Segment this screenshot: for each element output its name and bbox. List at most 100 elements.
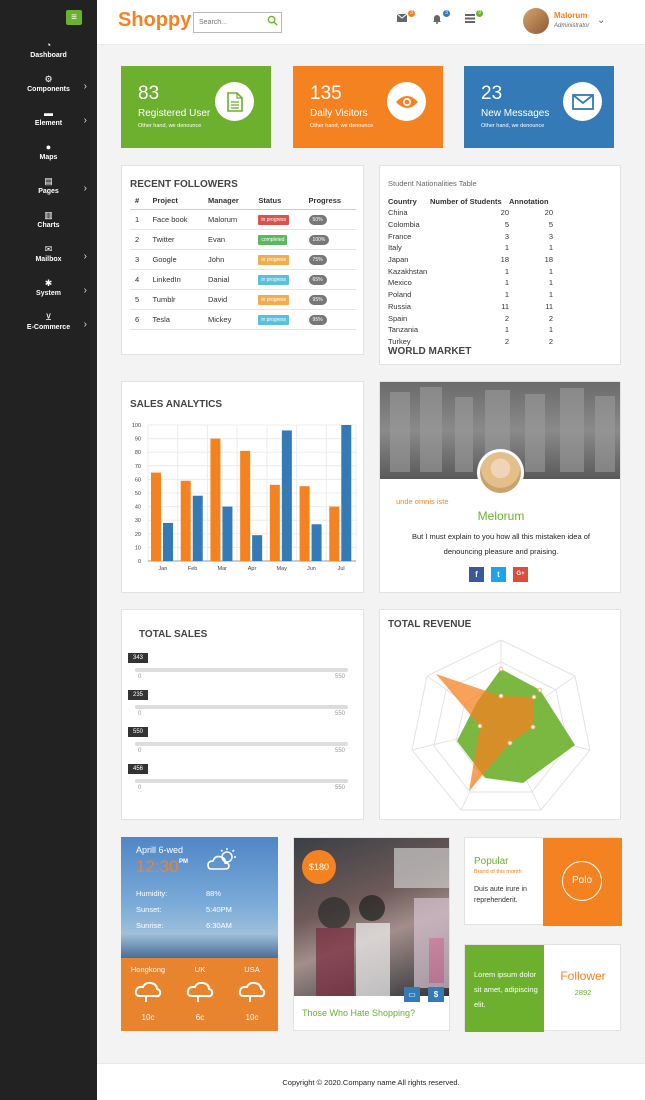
sidebar-item-dashboard[interactable]: ◔ Dashboard [0, 40, 97, 70]
shop-title[interactable]: Those Who Hate Shopping? [302, 1008, 415, 1018]
credit-card-icon[interactable]: ▭ [404, 987, 420, 1002]
facebook-icon[interactable]: f [469, 567, 484, 582]
menu-toggle-button[interactable]: ≡ [66, 10, 82, 25]
profile-avatar[interactable] [477, 449, 524, 496]
y-tick-label: 30 [135, 518, 141, 524]
table-row: Mexico 1 1 [388, 277, 553, 289]
table-cell: 1 [504, 243, 509, 253]
tasks-count-badge: 9 [476, 10, 483, 17]
x-tick-label: Jun [307, 566, 316, 572]
progress-badge: 65% [308, 274, 327, 285]
bell-icon[interactable]: 3 [432, 10, 450, 28]
table-cell: Russia [388, 301, 411, 311]
sidebar-item-label: Maps [39, 154, 58, 161]
table-row: 1 Face book Malorum in progress 50% [130, 209, 356, 230]
slider-value-tooltip: 343 [128, 653, 148, 663]
table-cell: 5 [504, 220, 509, 230]
table-cell: 11 [545, 301, 553, 311]
status-badge: in progress [258, 254, 290, 265]
weather-city-temp: 6c [195, 1013, 205, 1022]
dollar-icon[interactable]: $ [428, 987, 444, 1002]
column-header: Manager [202, 193, 254, 210]
card-title: RECENT FOLLOWERS [130, 179, 238, 190]
slider-value-tooltip: 550 [128, 727, 148, 737]
table-cell: 1 [548, 243, 553, 253]
twitter-icon[interactable]: t [491, 567, 506, 582]
table-cell: Malorum [202, 209, 254, 230]
file-icon [215, 82, 254, 121]
sidebar-item-system[interactable]: ✱ System › [0, 278, 97, 308]
slider-value-tooltip: 456 [128, 764, 148, 774]
weather-detail-key: Humidity: [136, 889, 168, 898]
slider-track[interactable] [135, 779, 348, 783]
slider-max: 550 [335, 785, 346, 791]
sidebar-item-mailbox[interactable]: ✉ Mailbox › [0, 244, 97, 274]
status-badge: in progress [258, 274, 290, 285]
sidebar-item-components[interactable]: ⚙ Components › [0, 74, 97, 104]
progress-cell: 65% [303, 269, 356, 290]
table-cell: 1 [548, 278, 553, 288]
y-tick-label: 40 [135, 505, 141, 511]
chevron-right-icon: › [83, 319, 87, 330]
table-cell: 1 [504, 278, 509, 288]
table-cell: Mickey [202, 309, 254, 330]
tasks-icon[interactable]: 9 [465, 10, 483, 28]
cloud-icon [186, 980, 214, 1009]
bar-chart-icon: ▥ [44, 210, 53, 220]
table-row: 4 LinkedIn Danial in progress 65% [130, 269, 356, 290]
search-icon[interactable] [267, 15, 279, 29]
table-cell: France [388, 231, 412, 241]
sales-analytics-card: SALES ANALYTICS 0 10 20 30 40 50 60 70 80 90 100 Ja… [121, 381, 364, 593]
sidebar-item-pages[interactable]: ▤ Pages › [0, 176, 97, 206]
card-title: TOTAL REVENUE [388, 619, 472, 630]
profile-text: But I must explain to you how all this m… [411, 532, 590, 556]
gear-icon: ✱ [44, 278, 53, 288]
bar-series-2 [222, 506, 233, 561]
slider-min: 0 [138, 785, 142, 791]
table-row: 2 Twitter Evan completed 100% [130, 229, 356, 250]
stat-sub: Other hand, we denounce [138, 123, 202, 129]
slider-track[interactable] [135, 705, 348, 709]
brand-badge[interactable]: Polo [562, 861, 602, 901]
avatar[interactable] [523, 8, 549, 34]
profile-card: unde omnis iste Melorum But I must expla… [379, 381, 621, 593]
table-cell: 6 [130, 309, 148, 330]
sidebar-item-ecommerce[interactable]: ⊻ E-Commerce › [0, 312, 97, 342]
y-tick-label: 80 [135, 450, 141, 456]
profile-name: Melorum [477, 509, 525, 523]
table-cell: 2 [504, 313, 509, 323]
followers-table: # Project Manager Status Progress 1 Face … [130, 193, 356, 330]
column-header: Number of Students [430, 197, 502, 206]
table-cell: China [388, 208, 408, 218]
x-tick-label: Jan [158, 566, 167, 572]
sidebar-item-element[interactable]: ▬ Element › [0, 108, 97, 138]
bell-count-badge: 3 [443, 10, 450, 17]
progress-badge: 75% [308, 254, 327, 265]
table-cell: 2 [548, 336, 553, 346]
table-row: Colombia 5 5 [388, 219, 553, 231]
table-cell: Colombia [388, 220, 420, 230]
y-tick-label: 90 [135, 437, 141, 443]
user-name[interactable]: Malorum [554, 11, 587, 20]
bar-series-1 [329, 506, 340, 561]
sidebar-item-charts[interactable]: ▥ Charts [0, 210, 97, 240]
sidebar-item-maps[interactable]: ● Maps [0, 142, 97, 172]
cart-icon: ⊻ [45, 312, 52, 322]
table-cell: 1 [504, 325, 509, 335]
slider-track[interactable] [135, 668, 348, 672]
card-title: TOTAL SALES [139, 629, 208, 640]
google-plus-icon[interactable]: G+ [513, 567, 528, 582]
table-cell: 3 [504, 231, 509, 241]
weather-detail-key: Sunrise: [136, 921, 164, 930]
slider-track[interactable] [135, 742, 348, 746]
column-header: # [130, 193, 148, 210]
status-badge: in progress [258, 214, 290, 225]
popular-title: Popular [474, 856, 509, 867]
chevron-down-icon[interactable]: ⌄ [597, 15, 605, 26]
mail-icon[interactable]: 3 [396, 10, 415, 28]
logo[interactable]: Shoppy [118, 9, 191, 32]
eye-icon [387, 82, 426, 121]
slider-value-tooltip: 235 [128, 690, 148, 700]
bar-series-2 [192, 495, 203, 561]
weather-detail-key: Sunset: [136, 905, 162, 914]
